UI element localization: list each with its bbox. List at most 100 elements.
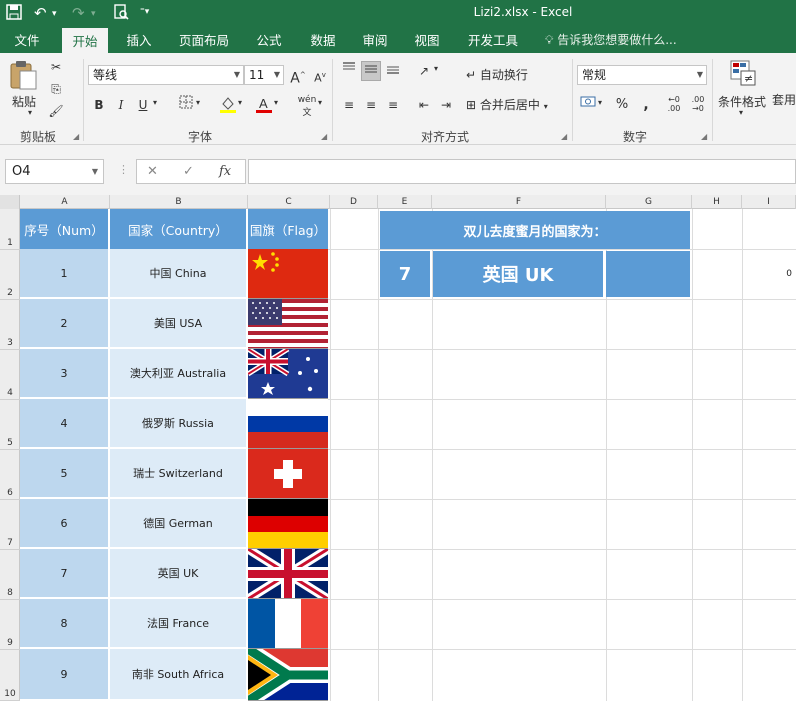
insert-function-icon[interactable]: fx [219,160,231,183]
column-header-b[interactable]: B [110,195,248,209]
result-country[interactable]: 英国 UK [433,251,603,297]
table-header-country[interactable]: 国家（Country） [110,209,248,249]
flag-china-image[interactable] [248,249,328,299]
orientation-icon[interactable]: ↗ [414,61,434,81]
paste-button[interactable]: 粘贴 [8,93,40,110]
worksheet-grid[interactable]: 序号（Num） 国家（Country） 国旗（Flag） 1 中国 China … [20,209,796,701]
flag-usa-image[interactable] [248,299,328,349]
cell-country[interactable]: 澳大利亚 Australia [110,349,248,399]
flag-uk-image[interactable] [248,549,328,599]
merge-center-button[interactable]: ⊞ 合并后居中 ▾ [466,95,548,115]
column-header-f[interactable]: F [432,195,606,209]
copy-icon[interactable]: ⎘ [46,79,66,99]
tab-home[interactable]: 开始 [62,28,108,53]
font-name-select[interactable]: 等线 ▼ [88,65,244,85]
decrease-indent-icon[interactable]: ⇤ [414,95,434,115]
flag-germany-image[interactable] [248,499,328,549]
cancel-icon[interactable]: ✕ [147,160,158,183]
flag-russia-image[interactable] [248,399,328,449]
font-launcher-icon[interactable]: ◢ [321,132,327,141]
select-all-corner[interactable] [0,195,20,209]
font-color-dropdown-icon[interactable]: ▾ [274,98,278,107]
name-box[interactable]: O4 ▼ [5,159,104,184]
wrap-text-button[interactable]: ↵ 自动换行 [466,65,528,85]
cell-country[interactable]: 美国 USA [110,299,248,349]
decrease-decimal-icon[interactable]: .00 →0 [688,95,708,115]
tab-page-layout[interactable]: 页面布局 [172,28,236,53]
cell-country[interactable]: 南非 South Africa [110,649,248,701]
align-right-icon[interactable]: ≡ [383,95,403,115]
phonetic-button[interactable]: wén 文 [296,95,318,118]
column-header-c[interactable]: C [248,195,330,209]
italic-button[interactable]: I [111,95,131,115]
result-num[interactable]: 7 [380,251,430,297]
comma-button[interactable]: , [636,95,656,115]
flag-australia-image[interactable] [248,349,328,399]
increase-indent-icon[interactable]: ⇥ [436,95,456,115]
row-header-4[interactable]: 4 [0,350,20,400]
align-left-icon[interactable]: ≡ [339,95,359,115]
column-header-h[interactable]: H [692,195,742,209]
column-header-i[interactable]: I [742,195,796,209]
row-header-1[interactable]: 1 [0,209,20,250]
flag-france-image[interactable] [248,599,328,649]
percent-button[interactable]: % [612,95,632,115]
tab-file[interactable]: 文件 [5,28,49,53]
tab-data[interactable]: 数据 [302,28,344,53]
row-header-7[interactable]: 7 [0,500,20,550]
conditional-format-dropdown-icon[interactable]: ▾ [739,108,743,117]
cut-icon[interactable]: ✂ [46,57,66,77]
column-header-a[interactable]: A [20,195,110,209]
result-banner[interactable]: 双儿去度蜜月的国家为： [380,211,690,249]
column-header-d[interactable]: D [330,195,378,209]
cell-num[interactable]: 1 [20,249,110,299]
cell-country[interactable]: 英国 UK [110,549,248,599]
cell-i2-value[interactable]: 0 [780,267,792,281]
paste-dropdown-icon[interactable]: ▾ [28,108,32,117]
cell-num[interactable]: 5 [20,449,110,499]
cell-num[interactable]: 4 [20,399,110,449]
fill-color-dropdown-icon[interactable]: ▾ [238,98,242,107]
cell-country[interactable]: 德国 German [110,499,248,549]
align-bottom-icon[interactable] [383,61,403,81]
fill-color-icon[interactable] [218,95,238,115]
tell-me-search[interactable]: 💡︎ 告诉我您想要做什么... [545,28,677,53]
result-empty-cell[interactable] [606,251,690,297]
orientation-dropdown-icon[interactable]: ▾ [434,64,438,73]
cell-country[interactable]: 法国 France [110,599,248,649]
flag-south-africa-image[interactable] [248,649,328,701]
row-header-5[interactable]: 5 [0,400,20,450]
cell-country[interactable]: 中国 China [110,249,248,299]
table-header-num[interactable]: 序号（Num） [20,209,110,249]
cell-num[interactable]: 7 [20,549,110,599]
formula-input[interactable] [248,159,796,184]
currency-icon[interactable] [578,95,598,115]
underline-dropdown-icon[interactable]: ▾ [153,98,157,107]
flag-switzerland-image[interactable] [248,449,328,499]
cell-num[interactable]: 6 [20,499,110,549]
row-header-9[interactable]: 9 [0,600,20,650]
row-header-10[interactable]: 10 [0,650,20,701]
tab-developer[interactable]: 开发工具 [460,28,526,53]
row-header-8[interactable]: 8 [0,550,20,600]
cell-num[interactable]: 3 [20,349,110,399]
cell-num[interactable]: 9 [20,649,110,701]
font-color-icon[interactable]: A [254,95,274,115]
cell-num[interactable]: 2 [20,299,110,349]
tab-review[interactable]: 审阅 [354,28,396,53]
underline-button[interactable]: U [133,95,153,115]
column-header-e[interactable]: E [378,195,432,209]
clipboard-launcher-icon[interactable]: ◢ [73,132,79,141]
tab-view[interactable]: 视图 [406,28,448,53]
cell-num[interactable]: 8 [20,599,110,649]
cell-country[interactable]: 俄罗斯 Russia [110,399,248,449]
currency-dropdown-icon[interactable]: ▾ [598,98,602,107]
align-middle-icon[interactable] [361,61,381,81]
column-header-g[interactable]: G [606,195,692,209]
conditional-format-icon[interactable]: ≠ [728,59,758,89]
increase-font-button[interactable]: A^ [288,65,308,87]
align-center-icon[interactable]: ≡ [361,95,381,115]
align-top-icon[interactable] [339,61,359,81]
format-painter-icon[interactable]: 🖌︎ [46,101,66,121]
number-launcher-icon[interactable]: ◢ [701,132,707,141]
